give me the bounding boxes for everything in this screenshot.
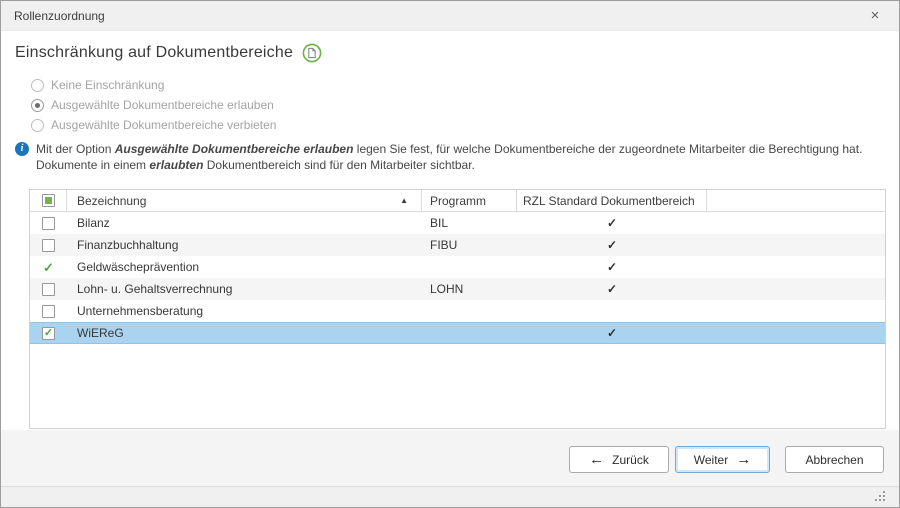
radio-option-erlauben[interactable]: Ausgewählte Dokumentbereiche erlauben [31, 95, 276, 115]
row-checkbox[interactable] [42, 282, 55, 296]
table-row[interactable]: Finanzbuchhaltung FIBU ✓ [30, 234, 885, 256]
row-rzl-cell: ✓ [517, 322, 707, 344]
row-selection-cell[interactable] [30, 234, 67, 256]
resize-grip-icon[interactable] [875, 491, 885, 501]
table-row[interactable]: ✓ WiEReG ✓ [30, 322, 885, 344]
row-programm [422, 256, 517, 278]
radio-unselected-icon [31, 118, 44, 132]
row-rzl-cell: ✓ [517, 278, 707, 300]
rollenzuordnung-dialog: Rollenzuordnung × Einschränkung auf Doku… [0, 0, 900, 508]
rzl-checkmark-icon: ✓ [606, 282, 618, 296]
table-row[interactable]: Bilanz BIL ✓ [30, 212, 885, 234]
select-all-checkbox[interactable] [41, 194, 55, 207]
row-filler [707, 234, 885, 256]
restriction-radio-group: Keine Einschränkung Ausgewählte Dokument… [31, 75, 276, 135]
row-selection-cell[interactable] [30, 300, 67, 322]
row-checkbox[interactable] [42, 238, 55, 252]
footer-buttons: ← Zurück Weiter → Abbrechen [569, 446, 884, 473]
rzl-checkmark-icon: ✓ [606, 216, 618, 230]
row-rzl-cell: ✓ [517, 234, 707, 256]
radio-option-verbieten[interactable]: Ausgewählte Dokumentbereiche verbieten [31, 115, 276, 135]
row-programm: FIBU [430, 238, 458, 252]
row-selection-cell[interactable] [30, 212, 67, 234]
rzl-checkmark-icon: ✓ [606, 238, 618, 252]
radio-label: Keine Einschränkung [51, 78, 165, 92]
row-selection-cell[interactable] [30, 278, 67, 300]
row-bezeichnung: Bilanz [77, 216, 110, 230]
arrow-left-icon: ← [589, 451, 605, 468]
rzl-checkmark-icon: ✓ [606, 326, 618, 340]
status-bar [1, 486, 899, 507]
title-bar[interactable]: Rollenzuordnung × [1, 1, 899, 31]
header-filler [707, 190, 885, 211]
section-heading: Einschränkung auf Dokumentbereiche [15, 43, 322, 63]
row-bezeichnung: Unternehmensberatung [77, 304, 204, 318]
info-note: i Mit der Option Ausgewählte Dokumentber… [15, 141, 885, 173]
row-selection-cell[interactable]: ✓ [30, 322, 67, 344]
row-filler [707, 212, 885, 234]
dokumentbereiche-table: Bezeichnung ▲ Programm RZL Standard Doku… [29, 189, 886, 429]
header-bezeichnung[interactable]: Bezeichnung ▲ [67, 190, 422, 211]
radio-selected-icon [31, 98, 44, 112]
table-row[interactable]: Lohn- u. Gehaltsverrechnung LOHN ✓ [30, 278, 885, 300]
header-rzl-standard[interactable]: RZL Standard Dokumentbereich [517, 190, 707, 211]
radio-unselected-icon [31, 78, 44, 92]
info-icon: i [15, 142, 29, 156]
table-row[interactable]: Unternehmensberatung [30, 300, 885, 322]
row-bezeichnung: Finanzbuchhaltung [77, 238, 179, 252]
document-circle-icon [302, 43, 322, 63]
row-checkbox[interactable] [42, 304, 55, 318]
row-checkbox[interactable]: ✓ [42, 261, 55, 274]
row-checkbox[interactable] [42, 216, 55, 230]
sort-asc-icon: ▲ [400, 196, 408, 205]
page-title: Einschränkung auf Dokumentbereiche [15, 44, 294, 61]
row-rzl-cell [517, 300, 707, 322]
rzl-checkmark-icon: ✓ [606, 260, 618, 274]
radio-option-keine-einschraenkung[interactable]: Keine Einschränkung [31, 75, 276, 95]
row-bezeichnung: Geldwäscheprävention [77, 260, 200, 274]
radio-label: Ausgewählte Dokumentbereiche verbieten [51, 118, 277, 132]
header-programm[interactable]: Programm [422, 190, 517, 211]
row-rzl-cell: ✓ [517, 256, 707, 278]
row-filler [707, 278, 885, 300]
cancel-button[interactable]: Abbrechen [785, 446, 884, 473]
row-programm [422, 300, 517, 322]
row-bezeichnung: Lohn- u. Gehaltsverrechnung [77, 282, 233, 296]
next-button[interactable]: Weiter → [675, 446, 770, 473]
info-line-2: Dokumente in einem erlaubten Dokumentber… [36, 158, 475, 172]
row-filler [707, 300, 885, 322]
row-programm: BIL [430, 216, 449, 230]
info-line-1: Mit der Option Ausgewählte Dokumentberei… [36, 142, 863, 156]
close-icon[interactable]: × [863, 1, 887, 31]
row-checkbox[interactable]: ✓ [42, 326, 55, 340]
row-rzl-cell: ✓ [517, 212, 707, 234]
back-button[interactable]: ← Zurück [569, 446, 669, 473]
table-header: Bezeichnung ▲ Programm RZL Standard Doku… [30, 190, 885, 212]
row-selection-cell[interactable]: ✓ [30, 256, 67, 278]
row-programm: LOHN [430, 282, 464, 296]
row-filler [707, 322, 885, 344]
row-bezeichnung: WiEReG [77, 326, 124, 340]
row-programm [422, 322, 517, 344]
window-title: Rollenzuordnung [14, 9, 105, 23]
table-row[interactable]: ✓ Geldwäscheprävention ✓ [30, 256, 885, 278]
radio-label: Ausgewählte Dokumentbereiche erlauben [51, 98, 274, 112]
info-text: Mit der Option Ausgewählte Dokumentberei… [36, 141, 862, 173]
table-body: Bilanz BIL ✓ Finanzbuchhaltung FIBU ✓ ✓ … [30, 212, 885, 428]
arrow-right-icon: → [736, 451, 752, 468]
header-selection-cell[interactable] [30, 190, 67, 211]
row-filler [707, 256, 885, 278]
